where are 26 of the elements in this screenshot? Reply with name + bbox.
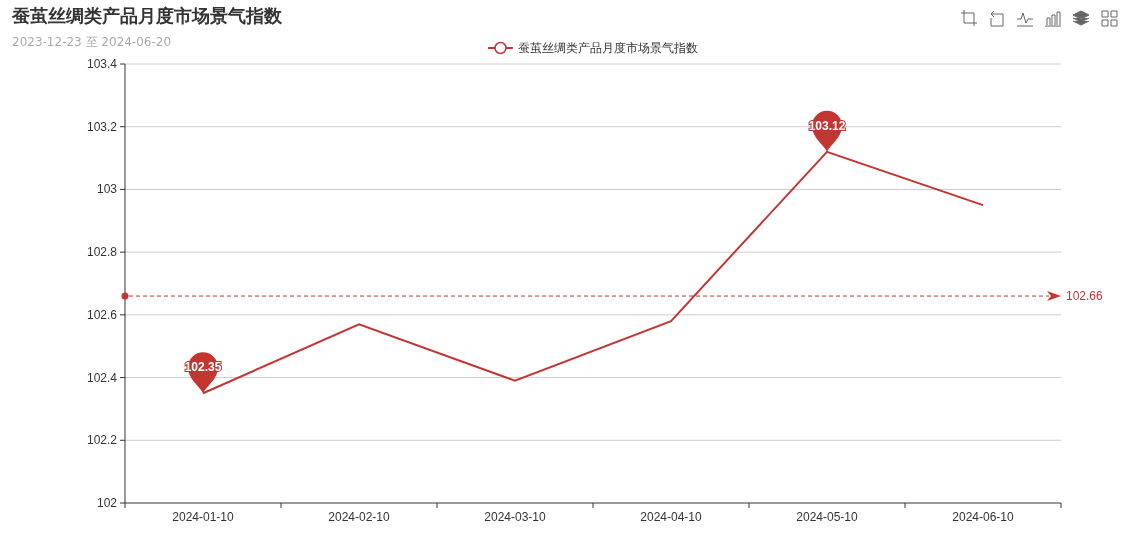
axis-label: 2024-02-10 bbox=[328, 510, 390, 524]
grid-icon[interactable] bbox=[1100, 9, 1118, 27]
arrow-head-marker bbox=[1047, 291, 1061, 302]
axis-label: 102 bbox=[96, 496, 117, 510]
axis-label: 103.2 bbox=[86, 119, 117, 134]
bar-chart-icon[interactable] bbox=[1044, 9, 1062, 27]
chart-title: 蚕茧丝绸类产品月度市场景气指数 bbox=[12, 4, 282, 28]
axis-label: 103 bbox=[96, 182, 117, 197]
axis-label: 2024-04-10 bbox=[640, 510, 702, 524]
legend-line-icon[interactable] bbox=[487, 41, 514, 55]
axis-label: 2024-05-10 bbox=[796, 510, 858, 524]
stack-icon[interactable] bbox=[1072, 9, 1090, 27]
axis-label: 2024-06-10 bbox=[952, 510, 1014, 524]
date-range: 2023-12-23 至 2024-06-20 bbox=[12, 34, 173, 51]
axis-label: 102.8 bbox=[86, 245, 117, 260]
axis-label: 103.4 bbox=[86, 57, 117, 71]
undo-icon[interactable] bbox=[988, 9, 1006, 27]
legend-label[interactable]: 蚕茧丝绸类产品月度市场景气指数 bbox=[518, 41, 698, 55]
crop-icon[interactable] bbox=[960, 9, 978, 27]
line-start-marker bbox=[121, 292, 129, 300]
axis-label: 2024-03-10 bbox=[484, 510, 546, 524]
axis-label: 2024-01-10 bbox=[172, 510, 234, 524]
axis-label: 102.2 bbox=[86, 433, 117, 448]
value-label: 102.66 bbox=[1066, 289, 1103, 304]
axis-label: 102.6 bbox=[86, 307, 117, 322]
axis-label: 102.4 bbox=[86, 370, 117, 385]
